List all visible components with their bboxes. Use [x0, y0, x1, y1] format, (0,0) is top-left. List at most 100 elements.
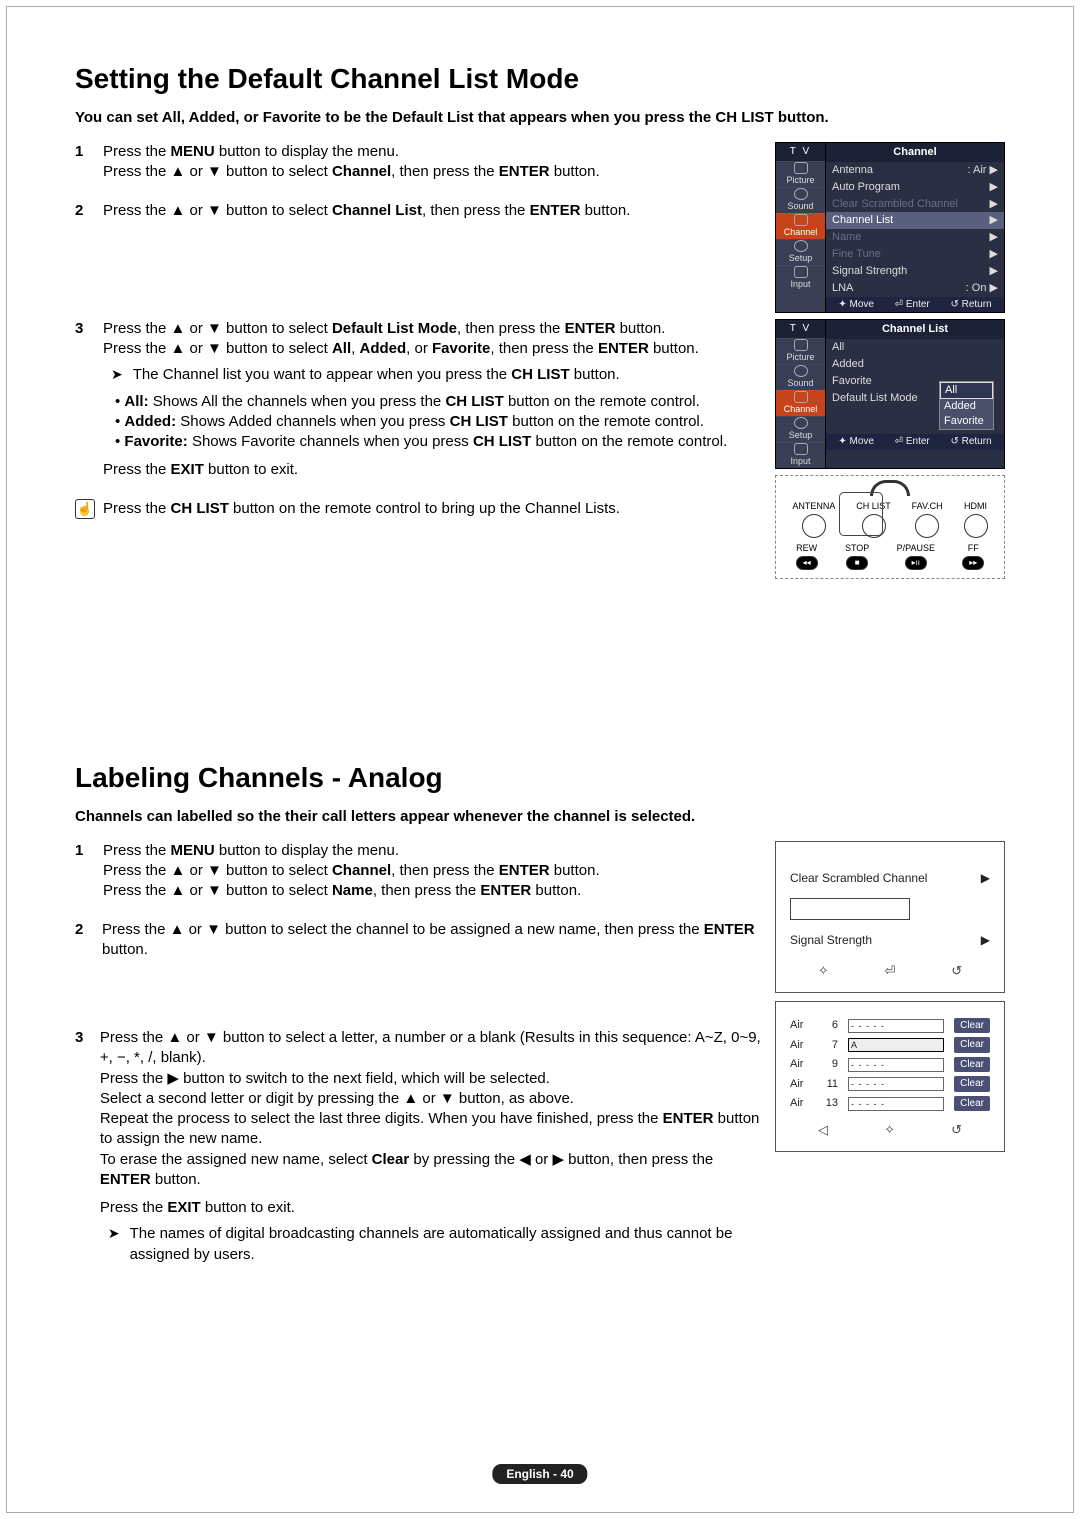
- osd4-row: Air11- - - - -Clear: [790, 1074, 990, 1094]
- return-icon: ↺: [950, 299, 958, 310]
- section1-intro: You can set All, Added, or Favorite to b…: [75, 108, 1005, 128]
- section2-step3: 3 Press the ▲ or ▼ button to select a le…: [75, 1028, 763, 1265]
- osd-channel-menu: T V Picture Sound Channel Setup Input Ch…: [775, 142, 1005, 313]
- step3-bullets: All: Shows All the channels when you pre…: [111, 392, 763, 453]
- enter-icon: ⏎: [895, 436, 903, 447]
- osd2-popup-all: All: [940, 382, 993, 399]
- section2-step2: 2 Press the ▲ or ▼ button to select the …: [75, 920, 763, 961]
- osd2-title: Channel List: [826, 320, 1004, 339]
- remote-label-favch: FAV.CH: [912, 500, 943, 512]
- remote-snippet: ANTENNA CH LIST FAV.CH HDMI REW◂◂ STOP■ …: [775, 475, 1005, 579]
- osd-side-input: Input: [776, 442, 825, 468]
- setup-icon: [794, 240, 808, 252]
- section1-steps: 1 Press the MENU button to display the m…: [75, 142, 763, 519]
- osd-side-channel: Channel: [776, 213, 825, 239]
- input-icon: [794, 266, 808, 278]
- bullet-favorite: Favorite: Shows Favorite channels when y…: [111, 432, 763, 452]
- osd4-row: Air13- - - - -Clear: [790, 1094, 990, 1114]
- updown-icon: ✧: [818, 962, 829, 980]
- enter-icon: ⏎: [895, 299, 903, 310]
- osd-side-setup: Setup: [776, 416, 825, 442]
- remote-label-hdmi: HDMI: [964, 500, 987, 512]
- osd4-footer: ◁ ✧ ↺: [790, 1113, 990, 1139]
- channel-icon: [794, 391, 808, 403]
- osd-enter-hint: ⏎ Enter: [895, 298, 930, 312]
- remote-btn-stop: ■: [846, 556, 868, 570]
- osd1-item: LNA: On ▶: [826, 280, 1004, 297]
- sound-icon: [794, 365, 808, 377]
- picture-icon: [794, 162, 808, 174]
- osd-side-nav: T V Picture Sound Channel Setup Input: [776, 143, 826, 312]
- section2-intro: Channels can labelled so the their call …: [75, 807, 1005, 827]
- section1-figures: T V Picture Sound Channel Setup Input Ch…: [775, 142, 1005, 579]
- move-icon: ✦: [838, 299, 846, 310]
- section-default-channel-list-mode: Setting the Default Channel List Mode Yo…: [75, 60, 1005, 579]
- osd1-item: Clear Scrambled Channel ▶: [826, 196, 1004, 213]
- osd-side-channel: Channel: [776, 390, 825, 416]
- return-icon: ↺: [951, 962, 962, 980]
- osd-return-hint: ↺ Return: [950, 435, 991, 449]
- section1-tip: ☝ Press the CH LIST button on the remote…: [75, 499, 763, 519]
- section2-steps: 1 Press the MENU button to display the m…: [75, 841, 763, 1283]
- bullet-all: All: Shows All the channels when you pre…: [111, 392, 763, 412]
- section2-step1: 1 Press the MENU button to display the m…: [75, 841, 763, 902]
- remote-label-antenna: ANTENNA: [792, 500, 835, 512]
- remote-label-ppause: P/PAUSE: [897, 542, 935, 554]
- osd2-popup-added: Added: [940, 399, 993, 414]
- section2-figures: Clear Scrambled Channel ▶ Signal Strengt…: [775, 841, 1005, 1160]
- play-arrow-icon: ▶: [981, 870, 990, 886]
- step-number: 2: [75, 920, 90, 961]
- section1-step3: 3 Press the ▲ or ▼ button to select Defa…: [75, 319, 763, 481]
- step-number: 1: [75, 142, 91, 183]
- remote-btn-ppause: ▸ıı: [905, 556, 927, 570]
- osd-side-input: Input: [776, 265, 825, 291]
- step3-line1: Press the ▲ or ▼ button to select Defaul…: [103, 319, 763, 339]
- step3-exit: Press the EXIT button to exit.: [103, 460, 763, 480]
- page-footer: English - 40: [492, 1464, 587, 1484]
- remote-label-rew: REW: [796, 542, 817, 554]
- remote-row1: ANTENNA CH LIST FAV.CH HDMI: [782, 500, 998, 538]
- osd2-popup: All Added Favorite: [939, 381, 994, 430]
- osd4-row: Air7AClear: [790, 1035, 990, 1055]
- input-icon: [794, 443, 808, 455]
- remote-label-ff: FF: [968, 542, 979, 554]
- channel-icon: [794, 214, 808, 226]
- step2-line1: Press the ▲ or ▼ button to select Channe…: [103, 201, 763, 221]
- remote-row2: REW◂◂ STOP■ P/PAUSE▸ıı FF▸▸: [782, 542, 998, 570]
- osd1-title: Channel: [826, 143, 1004, 162]
- osd-return-hint: ↺ Return: [950, 298, 991, 312]
- section2-title: Labeling Channels - Analog: [75, 759, 1005, 797]
- osd4-row: Air9- - - - -Clear: [790, 1055, 990, 1075]
- osd3-row1: Clear Scrambled Channel ▶: [790, 864, 990, 892]
- remote-focus-box: [839, 492, 883, 536]
- osd-side-setup: Setup: [776, 239, 825, 265]
- picture-icon: [794, 339, 808, 351]
- section-labeling-channels: Labeling Channels - Analog Channels can …: [75, 759, 1005, 1283]
- step-number: 3: [75, 1028, 88, 1265]
- leftright-icon: ◁: [818, 1121, 828, 1139]
- osd-side-picture: Picture: [776, 338, 825, 364]
- osd-side-picture: Picture: [776, 161, 825, 187]
- step1-line2: Press the ▲ or ▼ button to select Channe…: [103, 162, 763, 182]
- sound-icon: [794, 188, 808, 200]
- osd1-item: Channel List ▶: [826, 212, 1004, 229]
- osd1-item: Name ▶: [826, 229, 1004, 246]
- osd2-popup-favorite: Favorite: [940, 414, 993, 429]
- osd-side-sound: Sound: [776, 364, 825, 390]
- osd3-row2: Signal Strength ▶: [790, 926, 990, 954]
- remote-btn-hdmi: [964, 514, 988, 538]
- osd-side-nav: T V Picture Sound Channel Setup Input: [776, 320, 826, 468]
- bullet-added: Added: Shows Added channels when you pre…: [111, 412, 763, 432]
- step1-line1: Press the MENU button to display the men…: [103, 142, 763, 162]
- remote-label-stop: STOP: [845, 542, 869, 554]
- setup-icon: [794, 417, 808, 429]
- osd1-item: Signal Strength ▶: [826, 263, 1004, 280]
- note-arrow-icon: ➤: [111, 365, 123, 385]
- step3-note: ➤ The Channel list you want to appear wh…: [111, 365, 763, 385]
- section2-step3-note: ➤ The names of digital broadcasting chan…: [108, 1224, 763, 1265]
- updown-icon: ✧: [884, 1121, 895, 1139]
- osd-tv-label: T V: [776, 320, 825, 338]
- remote-btn-favch: [915, 514, 939, 538]
- osd4-row: Air6- - - - -Clear: [790, 1016, 990, 1036]
- return-icon: ↺: [950, 436, 958, 447]
